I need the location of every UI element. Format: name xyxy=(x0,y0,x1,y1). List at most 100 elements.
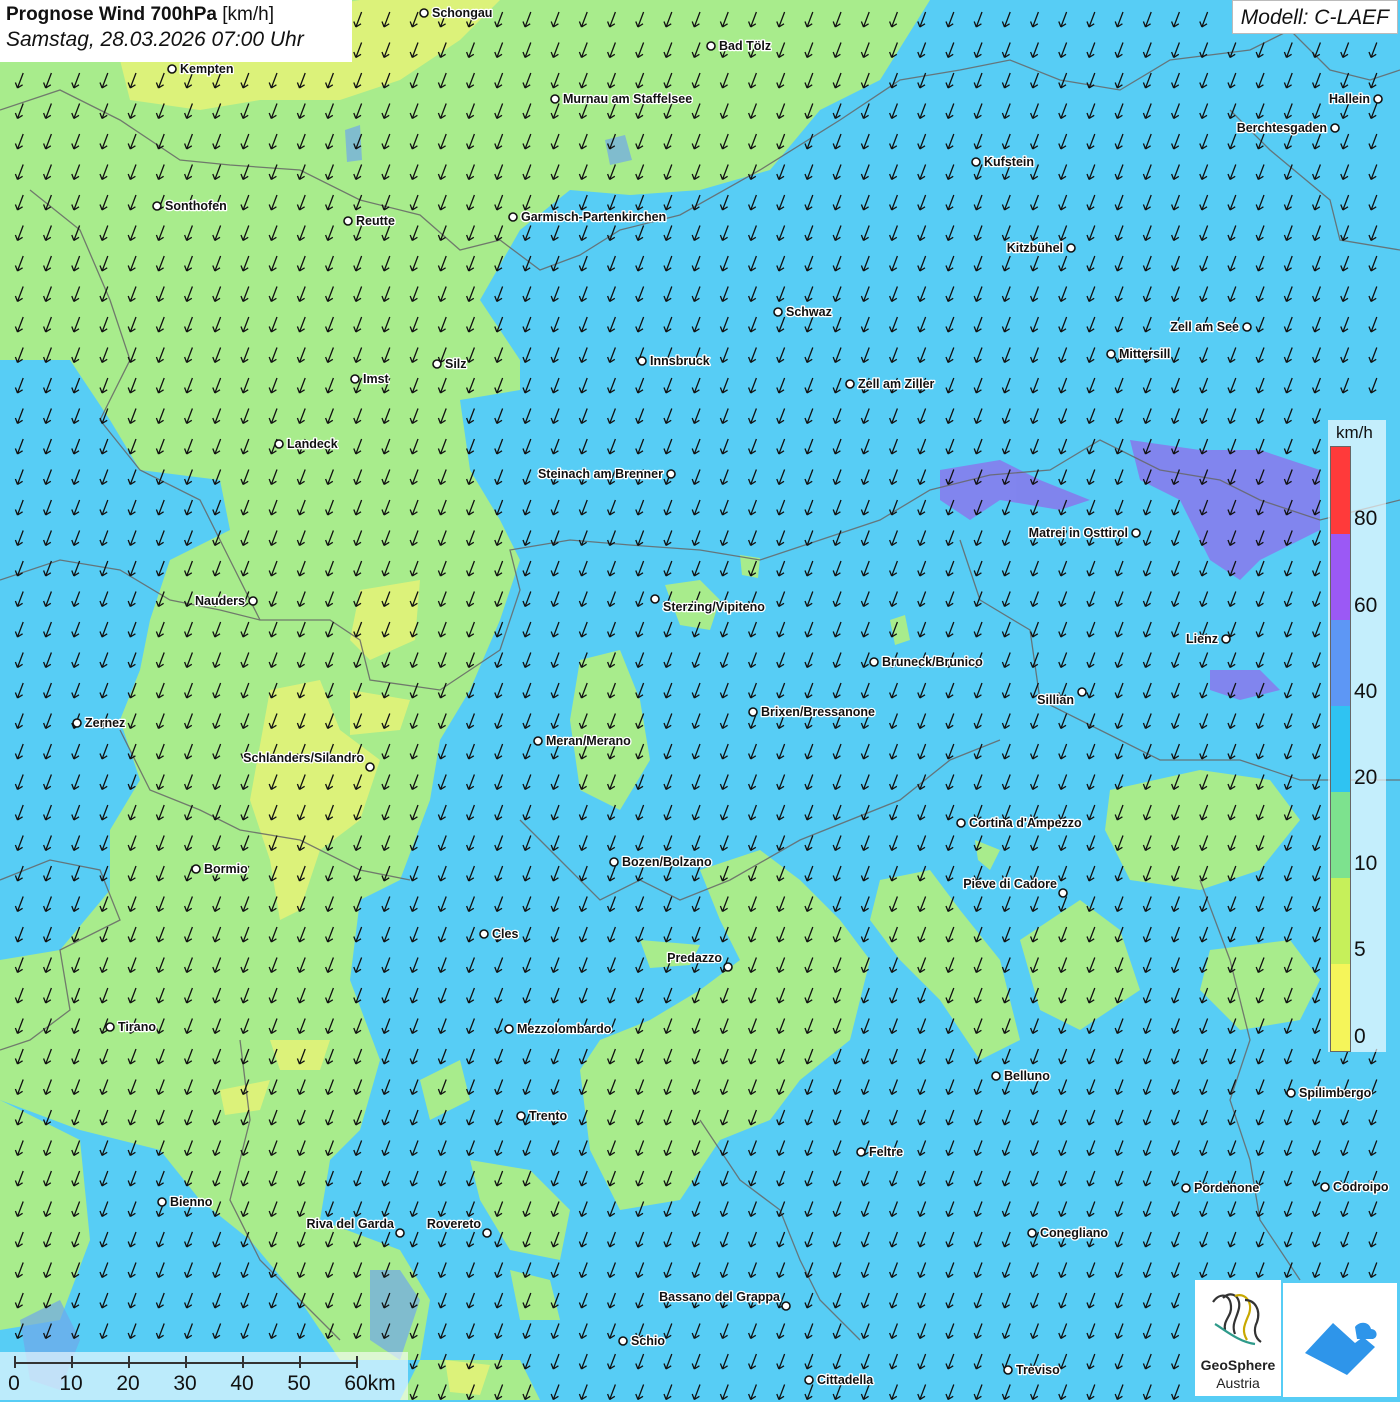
city-marker[interactable] xyxy=(482,1228,492,1238)
model-label: Modell: C-LAEF xyxy=(1231,0,1398,34)
city-marker[interactable] xyxy=(72,718,82,728)
city-marker[interactable] xyxy=(479,929,489,939)
city-marker[interactable] xyxy=(504,1024,514,1034)
wind-map[interactable]: Schongau Kempten Bad Tölz Murnau am Staffel… xyxy=(0,0,1400,1400)
city-marker[interactable] xyxy=(637,356,647,366)
scale-label: 60km xyxy=(344,1372,396,1395)
city-label: Mittersill xyxy=(1119,347,1170,361)
city-marker[interactable] xyxy=(395,1228,405,1238)
city-marker[interactable] xyxy=(350,374,360,384)
city-marker[interactable] xyxy=(748,707,758,717)
city-marker[interactable] xyxy=(781,1301,791,1311)
city-marker[interactable] xyxy=(706,41,716,51)
city-marker[interactable] xyxy=(804,1375,814,1385)
city-marker[interactable] xyxy=(157,1197,167,1207)
legend-color-bar xyxy=(1330,446,1351,1052)
city-marker[interactable] xyxy=(956,818,966,828)
city-label: Spilimbergo xyxy=(1299,1086,1372,1100)
city-marker[interactable] xyxy=(1221,634,1231,644)
scale-label: 50 xyxy=(287,1372,311,1395)
legend-segment-0-5 xyxy=(1331,964,1350,1051)
city-label: Conegliano xyxy=(1040,1226,1108,1240)
city-label: Kempten xyxy=(180,62,233,76)
scale-label: 30 xyxy=(173,1372,197,1395)
city-label: Cortina d'Ampezzo xyxy=(969,816,1082,830)
city-label: Treviso xyxy=(1016,1363,1060,1377)
city-marker[interactable] xyxy=(343,216,353,226)
city-marker[interactable] xyxy=(1003,1365,1013,1375)
city-marker[interactable] xyxy=(845,379,855,389)
legend-segment-10-20 xyxy=(1331,792,1350,878)
city-label: Innsbruck xyxy=(650,354,710,368)
city-marker[interactable] xyxy=(723,962,733,972)
city-marker[interactable] xyxy=(650,594,660,604)
city-marker[interactable] xyxy=(773,307,783,317)
scale-tick xyxy=(299,1356,301,1368)
city-label: Bozen/Bolzano xyxy=(622,855,712,869)
legend-tick-label: 10 xyxy=(1354,852,1378,875)
city-marker[interactable] xyxy=(365,762,375,772)
city-marker[interactable] xyxy=(1027,1228,1037,1238)
city-marker[interactable] xyxy=(432,359,442,369)
scale-label: 10 xyxy=(59,1372,83,1395)
city-marker[interactable] xyxy=(869,657,879,667)
city-marker[interactable] xyxy=(274,439,284,449)
scale-label: 40 xyxy=(230,1372,254,1395)
city-marker[interactable] xyxy=(1077,687,1087,697)
city-marker[interactable] xyxy=(609,857,619,867)
city-marker[interactable] xyxy=(1330,123,1340,133)
city-marker[interactable] xyxy=(618,1336,628,1346)
city-marker[interactable] xyxy=(1181,1183,1191,1193)
legend-tick-label: 80 xyxy=(1354,507,1378,530)
city-label: Bormio xyxy=(204,862,248,876)
city-marker[interactable] xyxy=(971,157,981,167)
city-label: Pieve di Cadore xyxy=(963,877,1057,891)
city-marker[interactable] xyxy=(167,64,177,74)
city-marker[interactable] xyxy=(666,469,676,479)
city-label: Steinach am Brenner xyxy=(538,467,663,481)
city-marker[interactable] xyxy=(105,1022,115,1032)
city-label: Landeck xyxy=(287,437,338,451)
city-label: Sterzing/Vipiteno xyxy=(663,600,765,614)
legend-segment-80 xyxy=(1331,447,1350,534)
city-label: Schongau xyxy=(432,6,492,20)
city-marker[interactable] xyxy=(1373,94,1383,104)
city-marker[interactable] xyxy=(533,736,543,746)
scale-tick xyxy=(71,1356,73,1368)
city-marker[interactable] xyxy=(1242,322,1252,332)
city-marker[interactable] xyxy=(248,596,258,606)
legend-tick-label: 0 xyxy=(1354,1025,1366,1048)
city-label: Hallein xyxy=(1329,92,1370,106)
city-marker[interactable] xyxy=(1131,528,1141,538)
geosphere-logo[interactable]: GeoSphere Austria xyxy=(1195,1280,1281,1396)
city-label: Imst xyxy=(363,372,390,386)
city-marker[interactable] xyxy=(1058,888,1068,898)
city-marker[interactable] xyxy=(856,1147,866,1157)
city-label: Schwaz xyxy=(786,305,832,319)
city-marker[interactable] xyxy=(1106,349,1116,359)
title-line: Prognose Wind 700hPa [km/h] xyxy=(6,4,346,26)
city-label: Tirano xyxy=(118,1020,156,1034)
city-marker[interactable] xyxy=(991,1071,1001,1081)
city-label: Sillian xyxy=(1037,693,1074,707)
city-marker[interactable] xyxy=(1320,1182,1330,1192)
city-label: Matrei in Osttirol xyxy=(1029,526,1128,540)
scale-tick xyxy=(128,1356,130,1368)
scale-label: 20 xyxy=(116,1372,140,1395)
city-label: Bassano del Grappa xyxy=(659,1290,781,1304)
city-marker[interactable] xyxy=(1286,1088,1296,1098)
legend-segment-40-60 xyxy=(1331,620,1350,706)
city-marker[interactable] xyxy=(191,864,201,874)
city-marker[interactable] xyxy=(152,201,162,211)
city-label: Brixen/Bressanone xyxy=(761,705,875,719)
app-logo[interactable] xyxy=(1283,1283,1397,1397)
city-label: Rovereto xyxy=(427,1217,482,1231)
city-marker[interactable] xyxy=(1066,243,1076,253)
city-marker[interactable] xyxy=(419,8,429,18)
city-marker[interactable] xyxy=(550,94,560,104)
mountain-cloud-icon xyxy=(1305,1322,1377,1375)
city-label: Berchtesgaden xyxy=(1237,121,1327,135)
city-marker[interactable] xyxy=(516,1111,526,1121)
title-box: Prognose Wind 700hPa [km/h] Samstag, 28.… xyxy=(0,0,352,62)
city-marker[interactable] xyxy=(508,212,518,222)
